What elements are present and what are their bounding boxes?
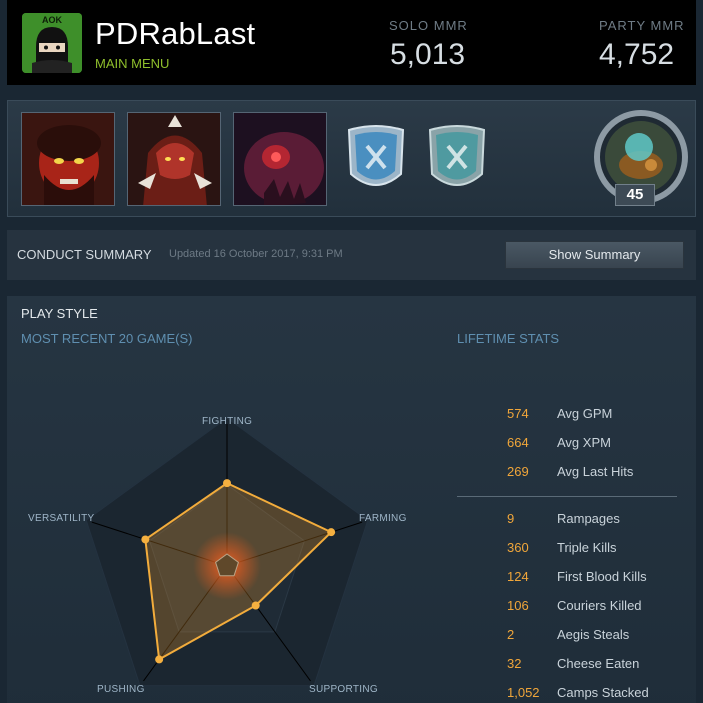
profile-header: AOK PDRabLast MAIN MENU SOLO MMR 5,013 P… [7, 0, 696, 85]
night-stalker-hero-portrait[interactable] [233, 112, 327, 206]
lifetime-stat-value: 9 [507, 511, 515, 526]
radar-point-farming [327, 528, 336, 537]
play-style-radar-chart [85, 417, 369, 687]
username[interactable]: PDRabLast [95, 16, 255, 52]
lifetime-stats-label: LIFETIME STATS [457, 331, 560, 346]
lifetime-stat-label: Camps Stacked [557, 685, 649, 700]
party-mmr-label: PARTY MMR [599, 18, 685, 33]
bloodseeker-hero-icon [128, 113, 220, 205]
lifetime-stat-row: 664 Avg XPM [457, 435, 687, 455]
play-style-title: PLAY STYLE [21, 306, 98, 321]
lifetime-stat-label: Avg Last Hits [557, 464, 634, 479]
lifetime-stat-value: 2 [507, 627, 515, 642]
axe-hero-icon [22, 113, 114, 205]
lifetime-stat-value: 664 [507, 435, 529, 450]
avatar[interactable]: AOK [22, 13, 82, 73]
bloodseeker-hero-portrait[interactable] [127, 112, 221, 206]
lifetime-stat-label: Aegis Steals [557, 627, 630, 642]
axe-hero-portrait[interactable] [21, 112, 115, 206]
conduct-updated-timestamp: Updated 16 October 2017, 9:31 PM [169, 248, 343, 260]
solo-mmr-value: 5,013 [390, 38, 466, 71]
lifetime-stat-row: 106 Couriers Killed [457, 598, 687, 618]
dota-badge-icon[interactable] [345, 124, 407, 194]
lifetime-stat-row: 9 Rampages [457, 511, 687, 531]
radar-point-versatility [141, 535, 150, 544]
featured-heroes-strip [7, 100, 696, 217]
lifetime-stat-label: Avg XPM [557, 435, 611, 450]
dota-badge-icon[interactable] [426, 124, 488, 194]
radar-axis-fighting: FIGHTING [202, 416, 253, 427]
radar-axis-versatility: VERSATILITY [28, 513, 95, 524]
player-level-badge: 45 [615, 184, 655, 206]
lifetime-stat-value: 360 [507, 540, 529, 555]
lifetime-stat-row: 574 Avg GPM [457, 406, 687, 426]
conduct-summary-bar: CONDUCT SUMMARY Updated 16 October 2017,… [7, 230, 696, 280]
lifetime-stat-row: 2 Aegis Steals [457, 627, 687, 647]
radar-axis-farming: FARMING [359, 513, 407, 524]
lifetime-stat-label: Rampages [557, 511, 620, 526]
radar-axis-pushing: PUSHING [97, 684, 145, 695]
radar-point-supporting [251, 601, 260, 610]
stats-divider [457, 496, 677, 497]
lifetime-stat-label: Triple Kills [557, 540, 617, 555]
lifetime-stat-row: 360 Triple Kills [457, 540, 687, 560]
lifetime-stat-label: Avg GPM [557, 406, 613, 421]
radar-point-fighting [223, 479, 231, 488]
party-mmr-value: 4,752 [599, 38, 675, 71]
player-status: MAIN MENU [95, 56, 170, 71]
lifetime-stat-value: 124 [507, 569, 529, 584]
show-summary-button[interactable]: Show Summary [505, 241, 684, 269]
solo-mmr-label: SOLO MMR [389, 18, 468, 33]
night-stalker-hero-icon [234, 113, 326, 205]
lifetime-stat-value: 32 [507, 656, 522, 671]
lifetime-stat-value: 574 [507, 406, 529, 421]
lifetime-stat-row: 124 First Blood Kills [457, 569, 687, 589]
lifetime-stat-row: 269 Avg Last Hits [457, 464, 687, 484]
lifetime-stat-label: Cheese Eaten [557, 656, 640, 671]
recent-games-label: MOST RECENT 20 GAME(S) [21, 331, 193, 346]
conduct-summary-title: CONDUCT SUMMARY [17, 247, 152, 262]
lifetime-stat-value: 269 [507, 464, 529, 479]
lifetime-stat-label: First Blood Kills [557, 569, 647, 584]
lifetime-stat-row: 1,052 Camps Stacked [457, 685, 687, 703]
lifetime-stat-row: 32 Cheese Eaten [457, 656, 687, 676]
radar-axis-supporting: SUPPORTING [309, 684, 378, 695]
lifetime-stat-value: 106 [507, 598, 529, 613]
play-style-panel: PLAY STYLE MOST RECENT 20 GAME(S) LIFETI… [7, 296, 696, 703]
radar-point-pushing [155, 655, 164, 664]
avatar-tag: AOK [42, 15, 62, 25]
lifetime-stat-value: 1,052 [507, 685, 540, 700]
lifetime-stat-label: Couriers Killed [557, 598, 642, 613]
